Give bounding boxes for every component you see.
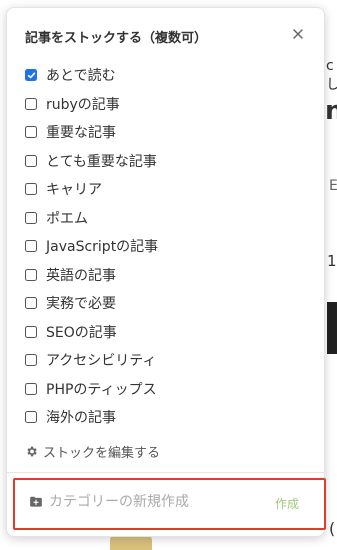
footer-divider <box>7 472 324 473</box>
checkbox-unchecked[interactable] <box>25 126 37 139</box>
stock-category-label: キャリア <box>46 182 102 199</box>
stock-category-item[interactable]: 実務で必要 <box>25 289 158 318</box>
stock-category-label: 海外の記事 <box>46 410 116 427</box>
checkbox-checked[interactable] <box>25 69 37 82</box>
stock-category-label: PHPのティップス <box>46 381 157 398</box>
checkbox-unchecked[interactable] <box>25 97 37 110</box>
stock-popup: 記事をストックする（複数可） あとで読む rubyの記事 重要な記事とても重要な記事… <box>6 7 326 537</box>
stock-category-label: あとで読む <box>46 68 116 85</box>
close-button[interactable] <box>289 25 307 43</box>
background-heading-fragment: n <box>325 96 337 126</box>
background-text-1: cし <box>326 58 337 93</box>
stock-category-label: 重要な記事 <box>46 125 116 142</box>
new-category-input[interactable] <box>49 491 229 513</box>
stock-category-item[interactable]: SEOの記事 <box>25 318 158 347</box>
stock-category-label: 英語の記事 <box>46 267 116 284</box>
background-dark-button <box>327 302 337 354</box>
edit-stock-link[interactable]: ストックを編集する <box>25 442 160 461</box>
stock-category-label: アクセシビリティ <box>46 353 157 370</box>
checkbox-unchecked[interactable] <box>25 240 37 253</box>
stock-category-item[interactable]: ポエム <box>25 204 158 233</box>
stock-category-item[interactable]: 重要な記事 <box>25 118 158 147</box>
popup-title: 記事をストックする（複数可） <box>25 31 208 46</box>
checkbox-unchecked[interactable] <box>25 154 37 167</box>
checkbox-unchecked[interactable] <box>25 183 37 196</box>
background-text-2: E <box>329 178 337 194</box>
new-category-form: 作成 <box>13 478 326 530</box>
stock-category-item[interactable]: あとで読む <box>25 61 158 90</box>
stock-category-label: とても重要な記事 <box>46 153 157 170</box>
stock-category-label: JavaScriptの記事 <box>46 239 159 256</box>
create-button[interactable]: 作成 <box>275 495 299 512</box>
checkbox-unchecked[interactable] <box>25 211 37 224</box>
gear-icon <box>25 445 38 458</box>
stock-category-item[interactable]: アクセシビリティ <box>25 346 158 375</box>
background-text-4: ( <box>329 519 336 538</box>
checkbox-unchecked[interactable] <box>25 268 37 281</box>
stock-category-label: rubyの記事 <box>46 96 120 113</box>
checkbox-unchecked[interactable] <box>25 297 37 310</box>
checkbox-unchecked[interactable] <box>25 325 37 338</box>
stock-category-item[interactable]: PHPのティップス <box>25 375 158 404</box>
edit-stock-label: ストックを編集する <box>43 446 161 461</box>
stock-category-item[interactable]: 海外の記事 <box>25 403 158 432</box>
close-icon <box>293 29 303 39</box>
stock-category-item[interactable]: rubyの記事 <box>25 90 158 119</box>
stock-category-label: 実務で必要 <box>46 296 116 313</box>
stock-category-item[interactable]: 英語の記事 <box>25 261 158 290</box>
checkbox-unchecked[interactable] <box>25 382 37 395</box>
stock-category-label: ポエム <box>46 210 88 227</box>
stock-category-item[interactable]: JavaScriptの記事 <box>25 232 158 261</box>
background-text-3: 1 <box>327 252 337 270</box>
stock-category-label: SEOの記事 <box>46 324 117 341</box>
stock-category-list: あとで読む rubyの記事 重要な記事とても重要な記事 キャリアポエム JavaScri… <box>25 61 158 432</box>
checkbox-unchecked[interactable] <box>25 411 37 424</box>
checkbox-unchecked[interactable] <box>25 354 37 367</box>
stock-category-item[interactable]: キャリア <box>25 175 158 204</box>
stock-category-item[interactable]: とても重要な記事 <box>25 147 158 176</box>
folder-plus-icon <box>29 495 43 509</box>
